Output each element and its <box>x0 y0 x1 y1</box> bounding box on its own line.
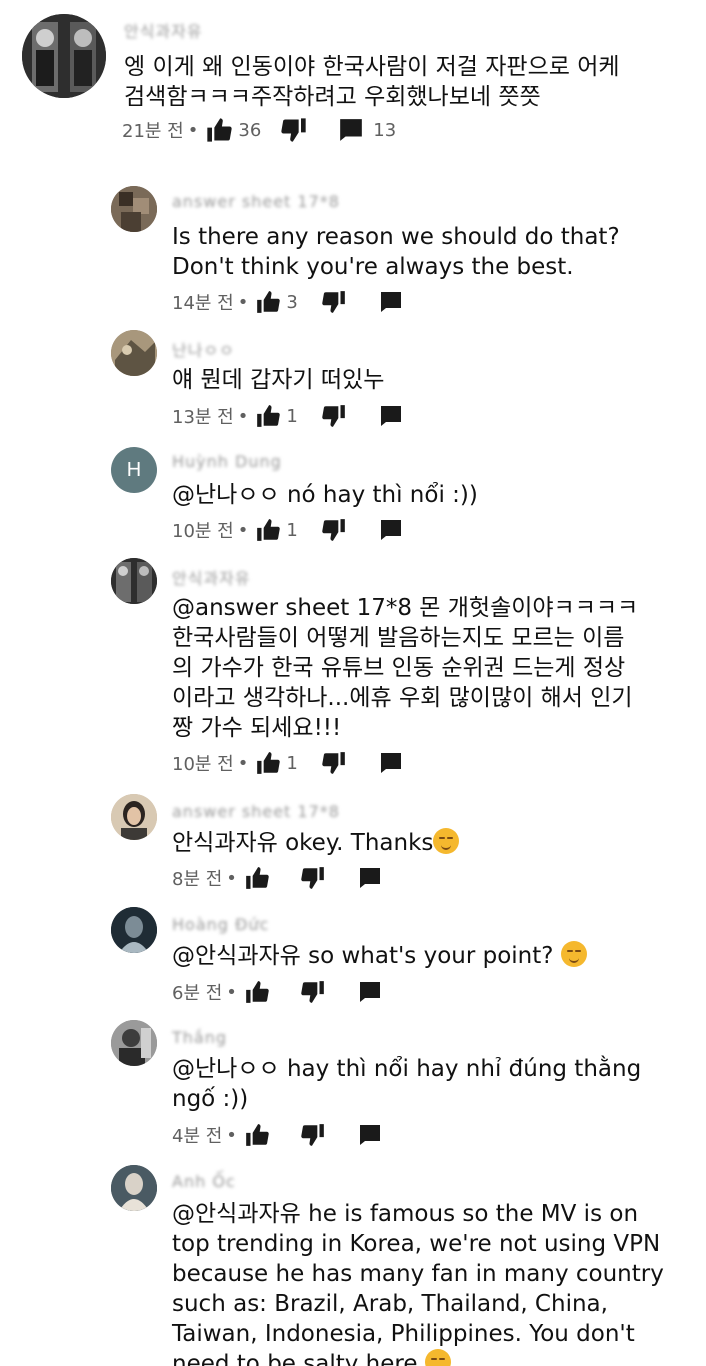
separator-dot: • <box>237 405 249 427</box>
thumbs-down-icon[interactable] <box>299 865 327 891</box>
separator-dot: • <box>226 981 237 1003</box>
comment-time: 8분 전 <box>172 869 223 890</box>
comment-text: 안식과자유 okey. Thanks <box>172 828 672 858</box>
separator-dot: • <box>226 867 237 889</box>
thumbs-down-icon[interactable] <box>320 403 348 429</box>
reply-item: 안식과자유 @answer sheet 17*8 몬 개헛솔이야ㅋㅋㅋㅋ 한국사… <box>0 553 706 783</box>
comment-author[interactable]: Thắng <box>172 1028 227 1047</box>
reply-comment-icon[interactable] <box>378 404 404 428</box>
like-count: 3 <box>286 291 298 313</box>
thumbs-down-icon[interactable] <box>320 750 348 776</box>
reply-item: answer sheet 17*8 안식과자유 okey. Thanks 8분 … <box>0 790 706 900</box>
thinking-face-emoji-icon <box>560 941 587 967</box>
comment-actions: 21분 전 • 36 13 <box>122 115 396 145</box>
reply-comment-icon[interactable] <box>337 117 365 143</box>
separator-dot: • <box>237 291 249 313</box>
separator-dot: • <box>237 752 249 774</box>
separator-dot: • <box>237 519 249 541</box>
thumbs-up-icon[interactable] <box>204 116 234 144</box>
comment-author[interactable]: answer sheet 17*8 <box>172 802 340 821</box>
thumbs-up-icon[interactable] <box>254 403 282 429</box>
comment-time: 14분 전 <box>172 293 234 314</box>
like-count: 1 <box>286 405 298 427</box>
reply-item: H Huỳnh Dung @난나ㅇㅇ nó hay thì nổi :)) 10… <box>0 440 706 550</box>
comment-time: 6분 전 <box>172 983 223 1004</box>
comment-thread-top: 안식과자유 엥 이게 왜 인동이야 한국사람이 저걸 자판으로 어케 검색함ㅋㅋ… <box>0 0 706 160</box>
comment-actions: 4분 전 • <box>172 1120 383 1150</box>
thumbs-down-icon[interactable] <box>299 979 327 1005</box>
comment-text: @난나ㅇㅇ hay thì nổi hay nhỉ đúng thằng ngố… <box>172 1056 642 1112</box>
reply-item: Hoàng Đức @안식과자유 so what's your point? 6… <box>0 903 706 1013</box>
comment-text: 얘 뭔데 갑자기 떠있누 <box>172 367 385 393</box>
comment-author[interactable]: 안식과자유 <box>124 18 203 42</box>
reply-item: Thắng @난나ㅇㅇ hay thì nổi hay nhỉ đúng thằ… <box>0 1016 706 1156</box>
reply-item: Anh Ốc @안식과자유 he is famous so the MV is … <box>0 1160 706 1366</box>
comment-actions: 10분 전 • 1 <box>172 748 404 778</box>
reply-comment-icon[interactable] <box>357 866 383 890</box>
like-count: 36 <box>238 119 262 141</box>
comment-text-content: @안식과자유 he is famous so the MV is on top … <box>172 1201 664 1366</box>
comment-text-content: @안식과자유 so what's your point? <box>172 943 554 969</box>
thumbs-up-icon[interactable] <box>254 750 282 776</box>
reply-comment-icon[interactable] <box>378 518 404 542</box>
reply-comment-icon[interactable] <box>357 1123 383 1147</box>
comment-time: 10분 전 <box>172 521 234 542</box>
reply-comment-icon[interactable] <box>378 290 404 314</box>
comment-actions: 14분 전 • 3 <box>172 287 404 317</box>
thumbs-down-icon[interactable] <box>320 289 348 315</box>
comment-text-content: 안식과자유 okey. Thanks <box>172 830 434 856</box>
thumbs-down-icon[interactable] <box>299 1122 327 1148</box>
thumbs-up-icon[interactable] <box>254 289 282 315</box>
avatar[interactable] <box>111 794 157 840</box>
avatar[interactable] <box>111 907 157 953</box>
thumbs-up-icon[interactable] <box>243 865 271 891</box>
comment-text: @안식과자유 he is famous so the MV is on top … <box>172 1199 692 1366</box>
like-count: 1 <box>286 519 298 541</box>
reply-item: answer sheet 17*8 Is there any reason we… <box>0 180 706 320</box>
comment-text: @answer sheet 17*8 몬 개헛솔이야ㅋㅋㅋㅋ 한국사람들이 어떻… <box>172 595 639 741</box>
comment-actions: 10분 전 • 1 <box>172 515 404 545</box>
thumbs-up-icon[interactable] <box>243 979 271 1005</box>
thumbs-up-icon[interactable] <box>254 517 282 543</box>
smiling-face-emoji-icon <box>433 828 460 854</box>
comment-text: Is there any reason we should do that? D… <box>172 224 620 280</box>
avatar[interactable] <box>111 558 157 604</box>
reply-comment-icon[interactable] <box>378 751 404 775</box>
comment-time: 4분 전 <box>172 1126 223 1147</box>
thumbs-up-icon[interactable] <box>243 1122 271 1148</box>
avatar[interactable]: H <box>111 447 157 493</box>
like-count: 1 <box>286 752 298 774</box>
avatar[interactable] <box>22 14 106 98</box>
comment-actions: 8분 전 • <box>172 863 383 893</box>
comment-author[interactable]: 난나ㅇㅇ <box>172 337 235 361</box>
smiling-face-emoji-icon <box>424 1349 451 1366</box>
avatar[interactable] <box>111 1165 157 1211</box>
separator-dot: • <box>226 1124 237 1146</box>
comment-author[interactable]: Huỳnh Dung <box>172 452 282 471</box>
comment-time: 21분 전 <box>122 121 184 142</box>
comment-author[interactable]: answer sheet 17*8 <box>172 192 340 211</box>
comment-text: 엥 이게 왜 인동이야 한국사람이 저걸 자판으로 어케 검색함ㅋㅋㅋ주작하려고… <box>124 54 620 110</box>
thumbs-down-icon[interactable] <box>279 116 309 144</box>
thumbs-down-icon[interactable] <box>320 517 348 543</box>
comment-actions: 6분 전 • <box>172 977 383 1007</box>
comment-actions: 13분 전 • 1 <box>172 401 404 431</box>
reply-item: 난나ㅇㅇ 얘 뭔데 갑자기 떠있누 13분 전 • 1 <box>0 325 706 435</box>
avatar[interactable] <box>111 186 157 232</box>
comment-author[interactable]: 안식과자유 <box>172 565 251 589</box>
comment-author[interactable]: Anh Ốc <box>172 1172 236 1191</box>
separator-dot: • <box>187 119 199 141</box>
comment-time: 13분 전 <box>172 407 234 428</box>
avatar[interactable] <box>111 1020 157 1066</box>
reply-count: 13 <box>373 119 397 141</box>
comment-author[interactable]: Hoàng Đức <box>172 915 269 934</box>
comment-text: @안식과자유 so what's your point? <box>172 941 672 971</box>
avatar[interactable] <box>111 330 157 376</box>
comment-text: @난나ㅇㅇ nó hay thì nổi :)) <box>172 482 478 508</box>
reply-comment-icon[interactable] <box>357 980 383 1004</box>
comment-time: 10분 전 <box>172 754 234 775</box>
